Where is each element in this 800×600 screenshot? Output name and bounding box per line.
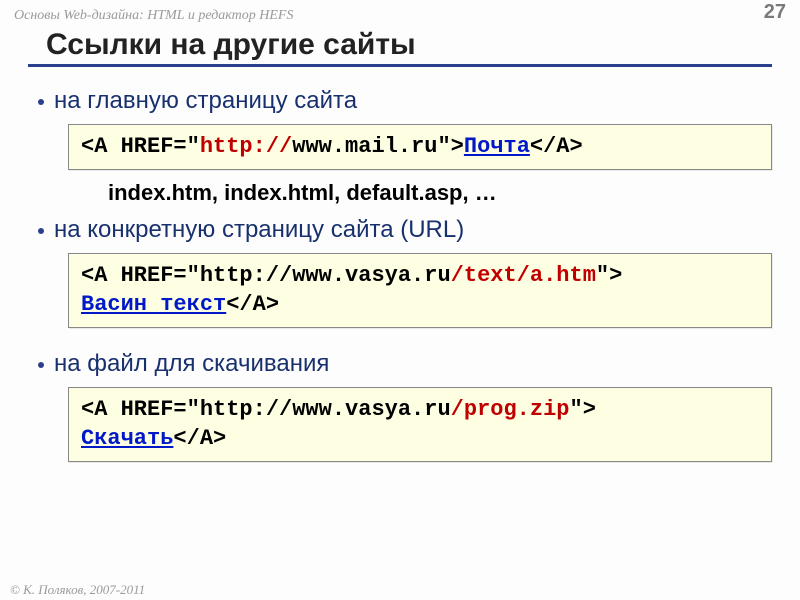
content-area: на главную страницу сайта <A HREF="http:… <box>0 67 800 462</box>
code-box-2: <A HREF="http://www.vasya.ru/text/a.htm"… <box>68 253 772 328</box>
bullet-item: на файл для скачивания <box>38 350 772 379</box>
bullet-item: на конкретную страницу сайта (URL) <box>38 216 772 245</box>
code-box-3: <A HREF="http://www.vasya.ru/prog.zip"> … <box>68 387 772 462</box>
header-title: Основы Web-дизайна: HTML и редактор HEFS <box>14 8 293 24</box>
bullet-text: на главную страницу сайта <box>54 87 357 116</box>
code-fragment: /prog.zip <box>451 397 570 422</box>
bullet-dot-icon <box>38 362 44 368</box>
header-bar: Основы Web-дизайна: HTML и редактор HEFS… <box>0 0 800 24</box>
bullet-text: на файл для скачивания <box>54 350 329 379</box>
code-fragment: www.mail.ru"> <box>292 134 464 159</box>
code-link-text: Почта <box>464 134 530 159</box>
code-fragment: </A> <box>226 292 279 317</box>
bullet-item: на главную страницу сайта <box>38 87 772 116</box>
bullet-dot-icon <box>38 228 44 234</box>
slide-title: Ссылки на другие сайты <box>46 28 772 62</box>
code-fragment: <A HREF="http://www.vasya.ru <box>81 263 451 288</box>
bullet-dot-icon <box>38 99 44 105</box>
slide: Основы Web-дизайна: HTML и редактор HEFS… <box>0 0 800 600</box>
code-link-text: Васин текст <box>81 292 226 317</box>
bullet-text: на конкретную страницу сайта (URL) <box>54 216 464 245</box>
code-fragment: </A> <box>173 426 226 451</box>
code-box-1: <A HREF="http://www.mail.ru">Почта</A> <box>68 124 772 171</box>
code-fragment: http:// <box>200 134 292 159</box>
page-number: 27 <box>764 1 786 24</box>
sub-note: index.htm, index.html, default.asp, … <box>108 180 772 206</box>
title-underline: Ссылки на другие сайты <box>28 28 772 67</box>
code-fragment: <A HREF=" <box>81 134 200 159</box>
code-fragment: /text/a.htm <box>451 263 596 288</box>
code-fragment: "> <box>570 397 596 422</box>
code-fragment: "> <box>596 263 622 288</box>
code-fragment: </A> <box>530 134 583 159</box>
footer-copyright: © К. Поляков, 2007-2011 <box>10 582 145 598</box>
code-fragment: <A HREF="http://www.vasya.ru <box>81 397 451 422</box>
code-link-text: Скачать <box>81 426 173 451</box>
